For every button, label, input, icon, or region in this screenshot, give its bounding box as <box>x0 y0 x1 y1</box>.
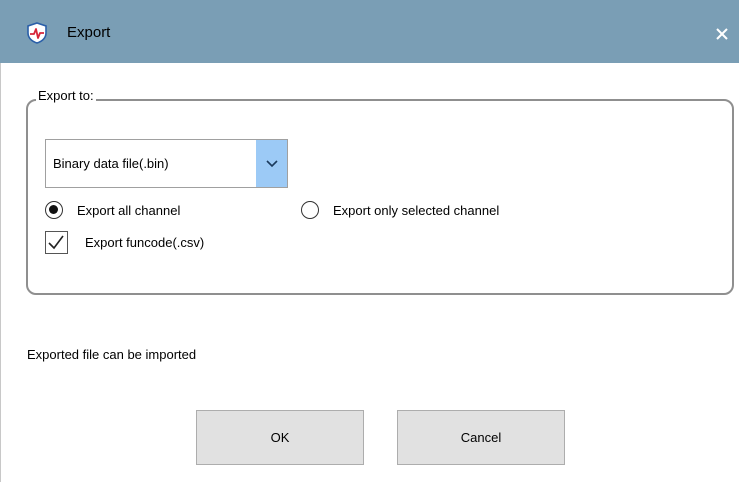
format-select-value: Binary data file(.bin) <box>53 156 169 171</box>
format-select-dropdown-button[interactable] <box>256 140 287 187</box>
export-all-channel-label[interactable]: Export all channel <box>77 203 180 218</box>
heartbeat-shield-icon <box>27 22 47 44</box>
export-selected-channel-radio[interactable] <box>301 201 319 219</box>
export-dialog: Export Export to: Binary data file(.bin)… <box>0 0 739 482</box>
export-to-legend: Export to: <box>36 88 96 103</box>
ok-button[interactable]: OK <box>196 410 364 465</box>
window-title: Export <box>67 24 111 41</box>
export-funcode-checkbox[interactable] <box>45 231 68 254</box>
cancel-button[interactable]: Cancel <box>397 410 565 465</box>
radio-selected-dot <box>49 205 58 214</box>
window-border <box>0 63 1 482</box>
format-select[interactable]: Binary data file(.bin) <box>45 139 288 188</box>
export-all-channel-radio[interactable] <box>45 201 63 219</box>
export-to-group <box>26 99 734 295</box>
checkmark-icon <box>48 235 64 250</box>
title-bar[interactable]: Export <box>0 0 739 63</box>
status-text: Exported file can be imported <box>27 347 197 362</box>
export-funcode-label[interactable]: Export funcode(.csv) <box>85 235 204 250</box>
chevron-down-icon <box>265 159 278 167</box>
close-icon[interactable] <box>712 24 732 44</box>
export-selected-channel-label[interactable]: Export only selected channel <box>333 203 499 218</box>
